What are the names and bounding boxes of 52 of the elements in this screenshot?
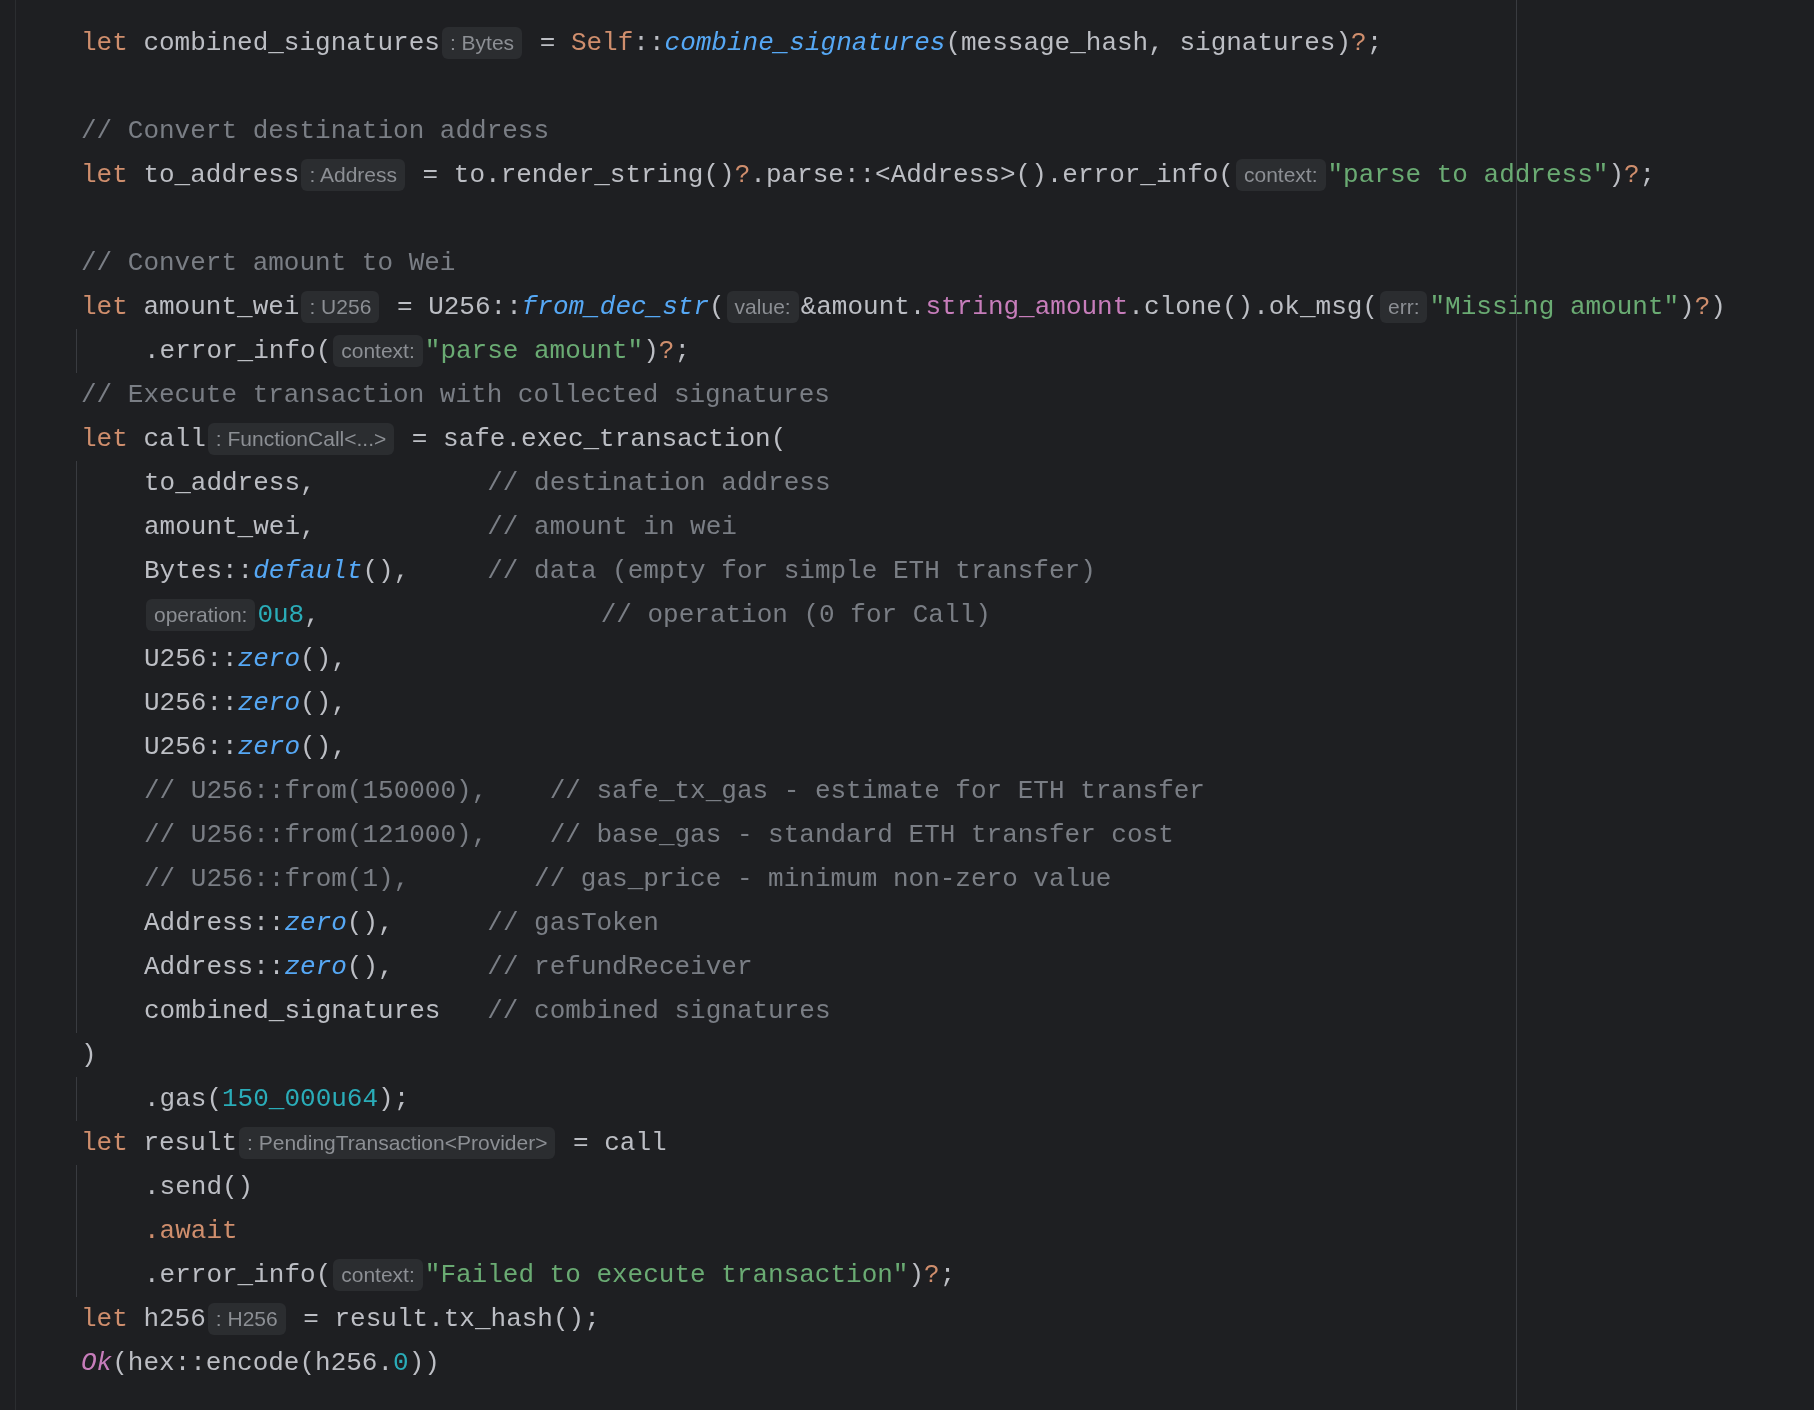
code-line: // Convert amount to Wei	[81, 246, 456, 280]
code-text: "Failed to execute transaction")?;	[424, 1258, 956, 1292]
inlay-hint: : Bytes	[441, 27, 523, 59]
code-text: let result	[81, 1126, 238, 1160]
inlay-hint: value:	[726, 291, 799, 323]
code-text: = safe.exec_transaction(	[410, 422, 787, 456]
code-text: = result.tx_hash();	[302, 1302, 600, 1336]
inlay-hint: : FunctionCall<...>	[207, 423, 395, 455]
code-line: U256::zero(),	[144, 642, 347, 676]
code-line: .gas(150_000u64);	[144, 1082, 410, 1116]
inlay-hint: operation:	[146, 599, 256, 631]
code-line: .send()	[144, 1170, 254, 1204]
code-text: .error_info(	[144, 1258, 332, 1292]
code-line: Bytes::default(), // data (empty for simple ETH transfer)	[144, 554, 1096, 588]
inlay-hint: context:	[333, 1259, 423, 1291]
code-text: let h256	[81, 1302, 206, 1336]
code-text: = U256::from_dec_str(	[395, 290, 725, 324]
inlay-hint: : H256	[207, 1303, 286, 1335]
code-line: // U256::from(1), // gas_price - minimum non-zero value	[144, 862, 1112, 896]
code-line: // Convert destination address	[81, 114, 550, 148]
code-text: 0u8, // operation (0 for Call)	[257, 598, 991, 632]
code-line: Address::zero(), // refundReceiver	[144, 950, 753, 984]
code-text: "parse to address")?;	[1327, 158, 1656, 192]
code-text: let to_address	[81, 158, 300, 192]
inlay-hint: : U256	[301, 291, 380, 323]
inlay-hint: context:	[333, 335, 423, 367]
code-line: Address::zero(), // gasToken	[144, 906, 659, 940]
code-text: .error_info(	[144, 334, 332, 368]
code-line: combined_signatures // combined signatures	[144, 994, 831, 1028]
code-line: // U256::from(150000), // safe_tx_gas - estimate for ETH transfer	[144, 774, 1205, 808]
code-text: let call	[81, 422, 206, 456]
code-line: U256::zero(),	[144, 730, 347, 764]
inlay-hint: : PendingTransaction<Provider>	[239, 1127, 556, 1159]
code-line: // U256::from(121000), // base_gas - standard ETH transfer cost	[144, 818, 1174, 852]
code-line: amount_wei, // amount in wei	[144, 510, 737, 544]
code-text: = to.render_string()?.parse::<Address>().error_info(	[421, 158, 1234, 192]
code-text: "Missing amount")?)	[1429, 290, 1726, 324]
code-text: "parse amount")?;	[424, 334, 691, 368]
code-line: to_address, // destination address	[144, 466, 831, 500]
code-line: // Execute transaction with collected signatures	[81, 378, 830, 412]
code-line: U256::zero(),	[144, 686, 347, 720]
code-line: Ok(hex::encode(h256.0))	[81, 1346, 440, 1380]
code-line: )	[81, 1038, 97, 1072]
inlay-hint: context:	[1235, 159, 1326, 191]
code-text: let combined_signatures	[81, 26, 440, 60]
code-text: let amount_wei	[81, 290, 300, 324]
code-text: = Self::combine_signatures(message_hash, signatures)?;	[538, 26, 1383, 60]
inlay-hint: : Address	[301, 159, 405, 191]
code-text: = call	[572, 1126, 667, 1160]
code-line: .await	[144, 1214, 238, 1248]
inlay-hint: err:	[1379, 291, 1428, 323]
code-text: &amount.string_amount.clone().ok_msg(	[800, 290, 1378, 324]
